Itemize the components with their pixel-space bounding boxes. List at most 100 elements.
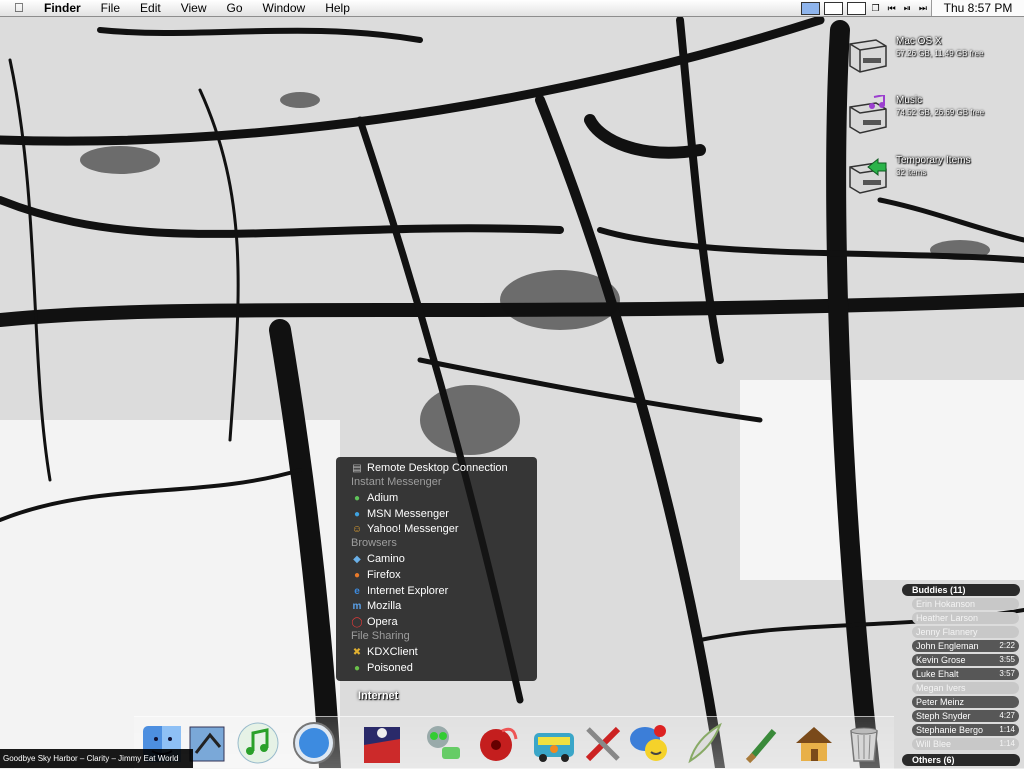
buddy-item[interactable]: Luke Ehalt 3:57 <box>912 668 1019 680</box>
internet-stack-icon[interactable] <box>360 721 404 765</box>
record-icon[interactable] <box>476 721 520 765</box>
stack-item-adium[interactable]: ● Adium <box>351 490 398 506</box>
menu-extras: ❐ ⏮ ⏯ ⏭ <box>800 0 931 16</box>
utilities-icon[interactable] <box>582 721 626 765</box>
stack-item-msn-messenger[interactable]: ● MSN Messenger <box>351 506 449 522</box>
buddy-group-others[interactable]: Others (6) <box>902 754 1020 766</box>
apple-logo-icon[interactable]:  <box>14 0 24 16</box>
buddy-item[interactable]: Heather Larson <box>912 612 1019 624</box>
desktop-drive-macosx[interactable]: Mac OS X 57.26 GB, 11.49 GB free <box>846 36 1024 76</box>
buddy-item[interactable]: Will Blee 1:14 <box>912 738 1019 750</box>
buddy-name: John Engleman <box>916 641 979 651</box>
now-playing-label: Goodbye Sky Harbor – Clarity – Jimmy Eat… <box>0 749 193 768</box>
stack-item-remote-desktop[interactable]: ▤ Remote Desktop Connection <box>351 460 508 476</box>
itunes-icon[interactable] <box>236 721 280 765</box>
buddy-idle-time: 2:22 <box>999 641 1015 650</box>
stack-item-opera[interactable]: ◯ Opera <box>351 614 398 630</box>
buddy-name: Luke Ehalt <box>916 669 959 679</box>
stack-header-file-sharing: File Sharing <box>351 630 410 642</box>
menu-help[interactable]: Help <box>315 0 360 16</box>
ichat-icon[interactable] <box>628 721 672 765</box>
kdx-icon: ✖ <box>352 647 362 658</box>
menu-bar:  Finder File Edit View Go Window Help ❐… <box>0 0 1024 17</box>
buddy-item[interactable]: Jenny Flannery <box>912 626 1019 638</box>
menu-clock[interactable]: Thu 8:57 PM <box>931 0 1024 16</box>
play-pause-icon[interactable]: ⏯ <box>901 0 914 16</box>
buddy-name: Heather Larson <box>916 613 979 623</box>
buddy-name: Jenny Flannery <box>916 627 978 637</box>
stack-item-label: Poisoned <box>367 662 413 674</box>
stack-item-label: Internet Explorer <box>367 585 449 597</box>
buddy-name: Kevin Grose <box>916 655 966 665</box>
menu-view[interactable]: View <box>171 0 217 16</box>
menu-list: Finder File Edit View Go Window Help <box>34 0 360 16</box>
safari-icon[interactable] <box>292 721 336 765</box>
stack-item-label: Remote Desktop Connection <box>367 462 508 474</box>
desktop-drive-music[interactable]: Music 74.52 GB, 26.69 GB free <box>846 95 1024 135</box>
menu-file[interactable]: File <box>91 0 130 16</box>
menu-go[interactable]: Go <box>217 0 253 16</box>
yahoo-icon: ☺ <box>351 524 363 535</box>
mystery-machine-icon[interactable] <box>532 721 576 765</box>
window-switch-icon[interactable]: ❐ <box>869 0 883 16</box>
previous-track-icon[interactable]: ⏮ <box>885 0 899 16</box>
trash-icon[interactable] <box>842 721 886 765</box>
drive-name: Temporary Items <box>896 155 971 166</box>
buddy-name: Steph Snyder <box>916 711 971 721</box>
gir-icon[interactable] <box>420 721 464 765</box>
buddy-item[interactable]: Megan Ivers <box>912 682 1019 694</box>
buddy-name: Peter Meinz <box>916 697 965 707</box>
stack-item-camino[interactable]: ◆ Camino <box>351 551 405 567</box>
buddy-item[interactable]: Erin Hokanson <box>912 598 1019 610</box>
adium-icon: ● <box>353 493 361 504</box>
buddy-item[interactable]: John Engleman 2:22 <box>912 640 1019 652</box>
stack-item-internet-explorer[interactable]: e Internet Explorer <box>351 583 448 599</box>
stack-item-label: Firefox <box>367 569 401 581</box>
home-icon[interactable] <box>792 721 836 765</box>
stack-header-instant-messenger: Instant Messenger <box>351 476 442 488</box>
brush-icon[interactable] <box>742 721 786 765</box>
buddy-item[interactable]: Peter Meinz <box>912 696 1019 708</box>
alias-drive-icon <box>849 157 887 194</box>
drive-name: Music <box>896 95 923 106</box>
stack-header-browsers: Browsers <box>351 537 397 549</box>
poisoned-icon: ● <box>353 663 361 674</box>
firefox-icon: ● <box>353 570 361 581</box>
next-track-icon[interactable]: ⏭ <box>916 0 930 16</box>
drive-info: 32 items <box>896 168 927 177</box>
buddy-idle-time: 1:14 <box>999 725 1015 734</box>
buddy-item[interactable]: Stephanie Bergo 1:14 <box>912 724 1019 736</box>
quill-icon[interactable] <box>682 721 726 765</box>
drive-info: 74.52 GB, 26.69 GB free <box>896 108 985 117</box>
buddy-item[interactable]: Kevin Grose 3:55 <box>912 654 1019 666</box>
dock <box>134 716 894 769</box>
buddy-idle-time: 3:57 <box>999 669 1015 678</box>
stack-item-label: Mozilla <box>367 600 402 612</box>
stack-item-mozilla[interactable]: m Mozilla <box>351 598 402 614</box>
buddy-name: Megan Ivers <box>916 683 966 693</box>
buddy-name: Will Blee <box>916 739 952 749</box>
buddy-name: Stephanie Bergo <box>916 725 984 735</box>
desktop-drive-temporary-items[interactable]: Temporary Items 32 items <box>846 155 1024 195</box>
stack-item-label: Opera <box>367 616 398 628</box>
menu-app-finder[interactable]: Finder <box>34 0 91 16</box>
internet-stack-menu: ▤ Remote Desktop Connection Instant Messe… <box>336 457 537 681</box>
buddy-item[interactable]: Steph Snyder 4:27 <box>912 710 1019 722</box>
menu-edit[interactable]: Edit <box>130 0 171 16</box>
stack-item-poisoned[interactable]: ● Poisoned <box>351 660 413 676</box>
buddy-group-buddies[interactable]: Buddies (11) <box>902 584 1020 596</box>
stack-item-label: KDXClient <box>367 646 418 658</box>
dock-hover-label: Internet <box>358 690 399 702</box>
buddy-idle-time: 3:55 <box>999 655 1015 664</box>
stack-item-label: Camino <box>367 553 405 565</box>
stack-item-firefox[interactable]: ● Firefox <box>351 567 401 583</box>
stack-item-yahoo-messenger[interactable]: ☺ Yahoo! Messenger <box>351 521 459 537</box>
desktop-space-2-icon[interactable] <box>823 1 843 15</box>
menu-window[interactable]: Window <box>253 0 316 16</box>
hard-drive-icon <box>849 39 887 73</box>
desktop-space-1-icon[interactable] <box>800 1 820 15</box>
desktop-space-3-icon[interactable] <box>846 1 866 15</box>
stack-item-kdxclient[interactable]: ✖ KDXClient <box>351 644 418 660</box>
mozilla-icon: m <box>352 601 362 612</box>
drive-info: 57.26 GB, 11.49 GB free <box>896 49 984 58</box>
